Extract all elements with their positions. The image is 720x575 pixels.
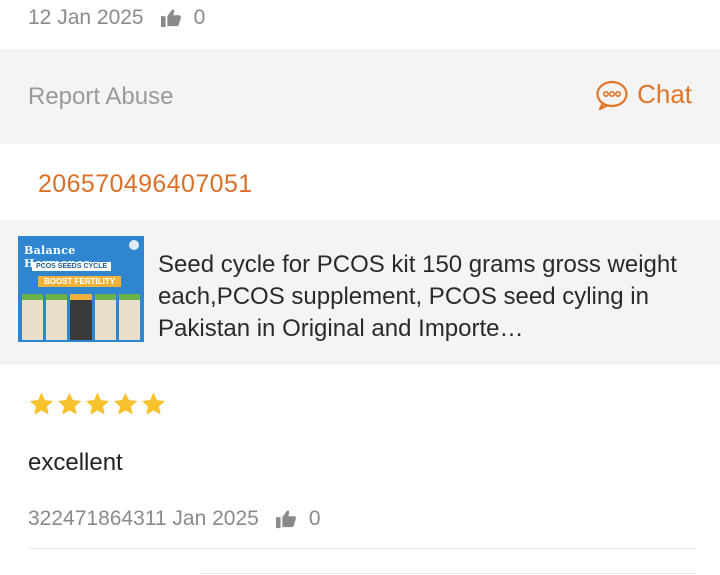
action-bar: Report Abuse Chat (0, 49, 720, 144)
review-meta-text: 322471864311 Jan 2025 (28, 507, 259, 530)
review-meta-top: 12 Jan 2025 0 (28, 6, 205, 30)
like-count: 0 (193, 6, 206, 29)
star-icon (57, 392, 82, 415)
report-abuse-link[interactable]: Report Abuse (28, 83, 173, 111)
thumbnail-badge-icon (129, 240, 139, 250)
thumbnail-products-image (22, 294, 141, 340)
rating-stars (28, 391, 167, 418)
like-count: 0 (308, 507, 321, 530)
thumbnail-tagline: BOOST FERTILITY (38, 276, 122, 287)
star-icon (29, 392, 54, 415)
thumbnail-subtitle: PCOS SEEDS CYCLE (32, 262, 112, 271)
star-icon (113, 392, 138, 415)
review-meta-bottom: 322471864311 Jan 2025 0 (28, 507, 321, 531)
star-icon (141, 392, 166, 415)
product-thumbnail[interactable]: Balance Hormones PCOS SEEDS CYCLE BOOST … (18, 236, 144, 342)
thumbs-up-icon[interactable] (160, 8, 182, 28)
chat-bubble-icon (596, 80, 628, 110)
order-id[interactable]: 206570496407051 (38, 170, 253, 199)
review-text: excellent (28, 449, 123, 476)
star-icon (85, 392, 110, 415)
chat-button[interactable]: Chat (595, 79, 692, 110)
divider (28, 548, 696, 549)
chat-label: Chat (637, 79, 692, 109)
divider (200, 573, 696, 574)
product-title[interactable]: Seed cycle for PCOS kit 150 grams gross … (158, 249, 698, 345)
review-date: 12 Jan 2025 (28, 6, 144, 29)
product-card[interactable]: Balance Hormones PCOS SEEDS CYCLE BOOST … (0, 220, 720, 365)
thumbs-up-icon[interactable] (275, 509, 297, 529)
